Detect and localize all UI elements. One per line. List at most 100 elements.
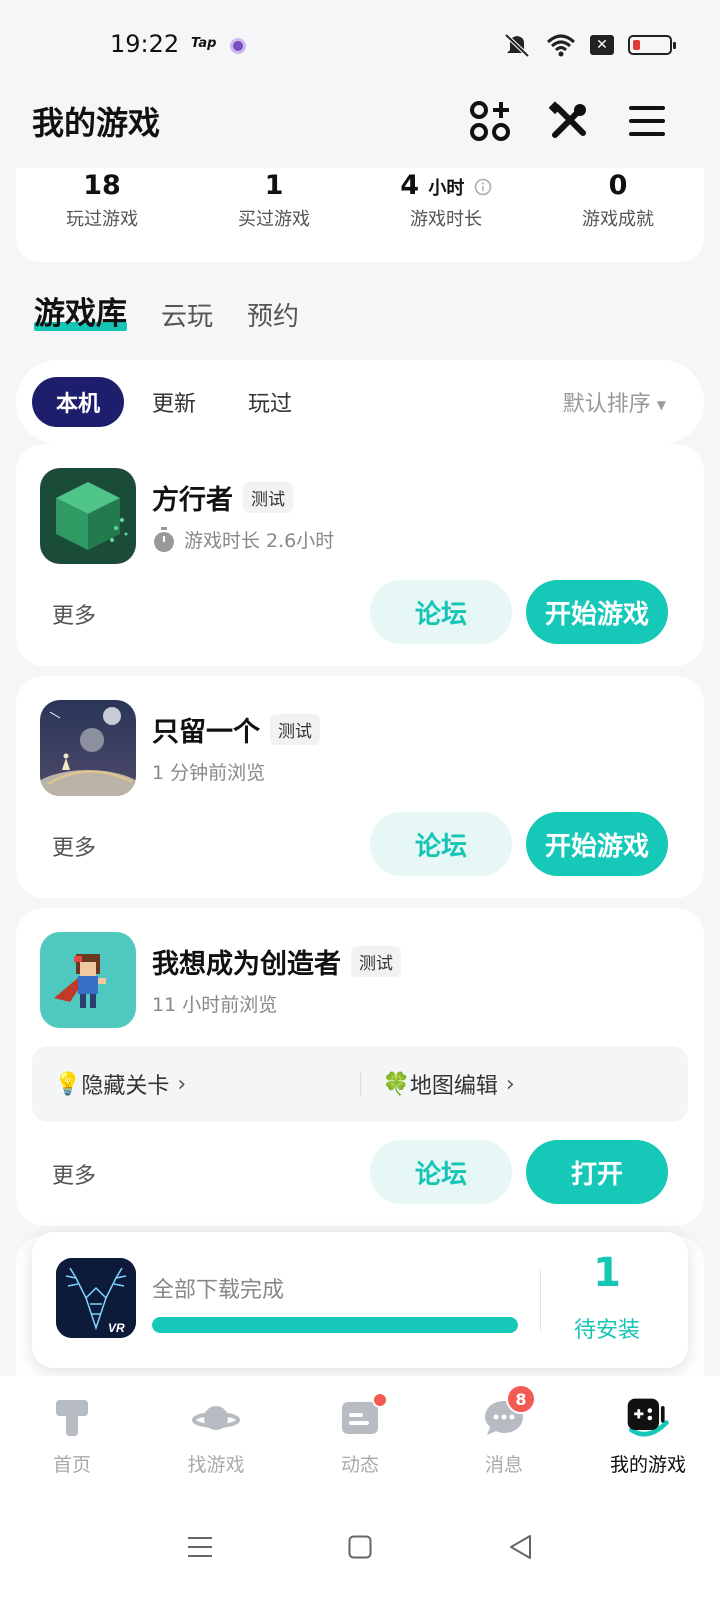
nav-label: 动态	[340, 1454, 379, 1476]
game-card[interactable]: 方行者 测试 游戏时长 2.6小时 更多 论坛 开始游戏	[16, 444, 704, 666]
nav-label: 消息	[484, 1454, 523, 1476]
more-link[interactable]: 更多	[52, 1158, 96, 1190]
forum-button[interactable]: 论坛	[370, 1140, 512, 1204]
stat-value: 18	[83, 170, 121, 201]
gamepad-icon	[624, 1394, 672, 1442]
stat-label: 买过游戏	[238, 209, 310, 230]
more-link[interactable]: 更多	[52, 830, 96, 862]
back-button[interactable]	[490, 1517, 550, 1577]
mute-bell-icon	[504, 33, 530, 58]
nav-messages[interactable]: 8 消息	[432, 1376, 576, 1494]
map-editor-link[interactable]: 🍀 地图编辑 ›	[361, 1068, 689, 1100]
stopwatch-icon	[154, 526, 174, 552]
game-title: 方行者 测试	[152, 478, 293, 517]
game-icon-cube	[40, 468, 136, 564]
filter-updates[interactable]: 更新	[128, 377, 220, 427]
menu-button[interactable]	[624, 98, 670, 144]
nav-home[interactable]: 首页	[0, 1376, 144, 1494]
filter-local[interactable]: 本机	[32, 377, 125, 427]
apps-add-button[interactable]	[467, 98, 513, 144]
sort-label: 默认排序	[562, 392, 651, 417]
status-time: 19:22	[110, 30, 180, 58]
notification-dot-icon	[230, 38, 246, 54]
header: 我的游戏	[0, 90, 720, 168]
battery-icon	[628, 35, 676, 55]
filter-played[interactable]: 玩过	[224, 377, 316, 427]
tools-icon	[549, 101, 586, 138]
lightbulb-icon: 💡	[54, 1071, 82, 1097]
game-icon-space	[40, 700, 136, 796]
home-button[interactable]	[330, 1517, 390, 1577]
stat-label: 玩过游戏	[66, 209, 138, 230]
sort-dropdown[interactable]: 默认排序 ▼	[563, 386, 688, 418]
game-icon-deer-vr: VR	[56, 1258, 136, 1338]
nav-discover[interactable]: 找游戏	[144, 1376, 288, 1494]
stat-value: 0	[608, 170, 628, 201]
stat-value: 1	[264, 170, 284, 201]
pending-install-label[interactable]: 待安装	[552, 1312, 662, 1344]
status-bar: 19:22 Tap ✕	[0, 0, 720, 90]
pending-install-count[interactable]: 1	[552, 1250, 662, 1296]
tools-button[interactable]	[546, 98, 592, 144]
wifi-icon	[546, 34, 576, 57]
game-title: 我想成为创造者 测试	[152, 942, 401, 981]
tab-game-library[interactable]: 游戏库	[34, 288, 127, 333]
nav-feed[interactable]: 动态	[288, 1376, 432, 1494]
start-game-button[interactable]: 开始游戏	[526, 580, 668, 644]
status-icons: ✕	[502, 32, 676, 58]
game-last-viewed: 1 分钟前浏览	[152, 762, 266, 784]
caret-down-icon: ▼	[656, 398, 666, 412]
more-link[interactable]: 更多	[52, 598, 96, 630]
nav-label: 我的游戏	[609, 1454, 686, 1476]
chevron-right-icon: ›	[177, 1071, 187, 1097]
system-nav-bar	[0, 1494, 720, 1600]
message-count-badge: 8	[506, 1384, 536, 1414]
svg-text:VR: VR	[108, 1321, 125, 1335]
game-card[interactable]: 我想成为创造者 测试 11 小时前浏览 💡 隐藏关卡 › 🍀 地图编辑 › 更多 …	[16, 908, 704, 1226]
extra-label: 隐藏关卡	[81, 1074, 170, 1099]
tab-reservations[interactable]: 预约	[247, 296, 299, 333]
download-status: 全部下载完成	[152, 1278, 285, 1303]
stat-bought[interactable]: 1 买过游戏	[188, 168, 360, 262]
forum-button[interactable]: 论坛	[370, 812, 512, 876]
notification-dot	[372, 1392, 388, 1408]
recent-apps-button[interactable]	[170, 1517, 230, 1577]
game-card[interactable]: 只留一个 测试 1 分钟前浏览 更多 论坛 开始游戏	[16, 676, 704, 898]
tap-app-label: Tap	[191, 36, 217, 51]
divider	[540, 1270, 541, 1332]
game-last-viewed: 11 小时前浏览	[152, 994, 278, 1016]
main-tabs: 游戏库 云玩 预约	[34, 288, 299, 333]
apps-add-icon	[470, 101, 510, 141]
forum-button[interactable]: 论坛	[370, 580, 512, 644]
clover-icon: 🍀	[382, 1071, 410, 1097]
stat-achievements[interactable]: 0 游戏成就	[532, 168, 704, 262]
nav-my-games[interactable]: 我的游戏	[576, 1376, 720, 1494]
start-game-button[interactable]: 开始游戏	[526, 812, 668, 876]
test-tag: 测试	[351, 946, 401, 977]
menu-lines-icon	[188, 1537, 212, 1557]
test-tag: 测试	[243, 482, 293, 513]
download-toast[interactable]: VR 全部下载完成 1 待安装	[32, 1232, 688, 1368]
stat-played[interactable]: 18 玩过游戏	[16, 168, 188, 262]
stat-value: 4 小时	[360, 170, 532, 201]
filter-bar: 本机 更新 玩过 默认排序 ▼	[16, 360, 704, 444]
menu-icon	[629, 106, 665, 136]
download-progress-fill	[152, 1317, 518, 1333]
test-tag: 测试	[270, 714, 320, 745]
stat-playtime[interactable]: 4 小时 游戏时长	[360, 168, 532, 262]
hidden-levels-link[interactable]: 💡 隐藏关卡 ›	[32, 1068, 360, 1100]
square-icon	[348, 1535, 372, 1559]
home-t-icon	[48, 1394, 96, 1442]
stats-card: 18 玩过游戏 1 买过游戏 4 小时 游戏时长 0 游戏成就	[16, 168, 704, 262]
page-title: 我的游戏	[32, 104, 161, 142]
nav-label: 首页	[52, 1454, 91, 1476]
open-game-button[interactable]: 打开	[526, 1140, 668, 1204]
game-title: 只留一个 测试	[152, 710, 320, 749]
extra-label: 地图编辑	[409, 1074, 498, 1099]
nav-label: 找游戏	[187, 1454, 245, 1476]
game-playtime: 游戏时长 2.6小时	[152, 526, 334, 553]
planet-icon	[192, 1394, 240, 1442]
info-icon[interactable]	[474, 178, 492, 196]
tab-cloud-play[interactable]: 云玩	[161, 296, 213, 333]
game-icon-creator	[40, 932, 136, 1028]
